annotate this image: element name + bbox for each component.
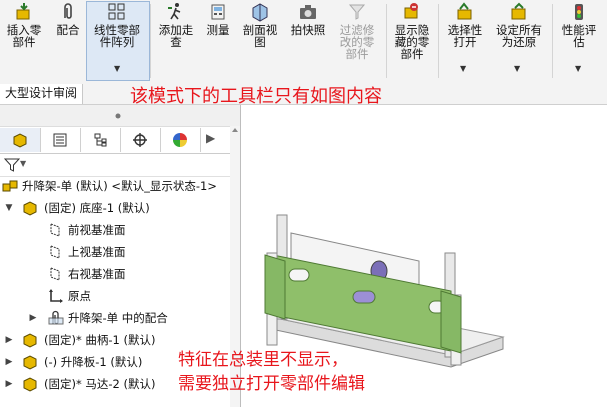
selective-open-button[interactable]: 选择性 打开	[442, 2, 488, 48]
feature-manager-icon	[13, 133, 27, 148]
performance-icon	[575, 4, 583, 20]
tree-filter-bar: ▼	[0, 154, 240, 177]
part-icon	[23, 355, 37, 370]
tree-item-origin[interactable]: 原点	[4, 287, 230, 305]
linear-pattern-button[interactable]: 线性零部 件阵列	[88, 2, 146, 48]
expand-arrow-icon[interactable]: ▶	[4, 331, 14, 349]
show-hidden-components-button[interactable]: 显示隐 藏的零 部件	[390, 2, 434, 60]
set-resolved-icon	[511, 2, 526, 20]
section-view-button[interactable]: 剖面视 图	[238, 2, 282, 48]
measure-icon	[211, 4, 225, 20]
splitter-dot-icon	[115, 113, 121, 119]
command-ribbon: 插入零 部件 配合 线性零部 件阵列 ▼ 添加走 查 测量 剖面视 图 拍快照 …	[0, 0, 607, 85]
panel-tabs-more-arrow[interactable]: ▶	[206, 131, 215, 145]
filter-modified-icon	[348, 4, 366, 20]
insert-component-icon	[16, 3, 30, 20]
ribbon-separator	[386, 4, 387, 78]
snapshot-button[interactable]: 拍快照	[286, 2, 330, 36]
crosshair-icon	[133, 133, 147, 147]
tab-large-design-review[interactable]: 大型设计审阅	[0, 84, 84, 104]
tree-item-front-plane[interactable]: 前视基准面	[4, 221, 230, 239]
ribbon-separator	[552, 4, 553, 78]
tree-item-top-plane[interactable]: 上视基准面	[4, 243, 230, 261]
filter-funnel-icon[interactable]	[4, 157, 20, 173]
configuration-tree-icon	[94, 133, 107, 147]
tab-property-manager[interactable]	[40, 128, 81, 152]
ribbon-separator	[150, 4, 151, 78]
measure-button[interactable]: 测量	[202, 2, 234, 36]
tab-display-manager[interactable]	[160, 128, 201, 152]
pattern-dropdown-arrow[interactable]: ▼	[114, 64, 120, 73]
tree-item-mates[interactable]: ▶ 升降架-单 中的配合	[4, 309, 230, 327]
set-all-resolved-button[interactable]: 设定所有 为还原	[490, 2, 548, 48]
expand-arrow-icon[interactable]: ▶	[28, 309, 38, 327]
tree-item-base[interactable]: ▼ (固定) 底座-1 (默认)	[4, 199, 230, 217]
part-icon	[23, 201, 37, 216]
tab-configuration-manager[interactable]	[80, 128, 121, 152]
mate-button[interactable]: 配合	[52, 2, 84, 36]
property-list-icon	[53, 133, 67, 147]
plane-icon	[50, 223, 60, 237]
snapshot-camera-icon	[300, 5, 316, 19]
linear-pattern-icon	[108, 3, 125, 20]
part-icon	[23, 377, 37, 392]
section-view-icon	[252, 3, 268, 22]
mate-paperclip-icon	[64, 3, 72, 19]
mates-folder-icon	[48, 310, 64, 325]
filter-dropdown-arrow[interactable]: ▼	[20, 159, 26, 168]
tab-feature-manager[interactable]	[0, 128, 41, 152]
show-hidden-icon	[404, 3, 418, 19]
walkthrough-icon	[168, 3, 181, 20]
tree-item-right-plane[interactable]: 右视基准面	[4, 265, 230, 283]
ribbon-separator	[438, 4, 439, 78]
plane-icon	[50, 267, 60, 281]
tab-dimxpert-manager[interactable]	[120, 128, 161, 152]
expand-arrow-icon[interactable]: ▶	[4, 353, 14, 371]
set-resolved-dropdown-arrow[interactable]: ▼	[514, 64, 520, 73]
filter-modified-components-button[interactable]: 过滤修 改的零 部件	[334, 2, 380, 60]
collapse-arrow-icon[interactable]: ▼	[4, 199, 14, 217]
expand-arrow-icon[interactable]: ▶	[4, 375, 14, 393]
selective-open-icon	[457, 2, 472, 20]
tree-item-crank[interactable]: ▶ (固定)* 曲柄-1 (默认)	[4, 331, 230, 349]
origin-icon	[49, 289, 63, 303]
annotation-feature-note: 特征在总装里不显示， 需要独立打开零部件编辑	[178, 350, 365, 394]
assembly-icon	[2, 180, 18, 192]
performance-dropdown-arrow[interactable]: ▼	[575, 64, 581, 73]
panel-tabs: ▶	[0, 127, 240, 154]
part-icon	[23, 333, 37, 348]
selective-open-dropdown-arrow[interactable]: ▼	[460, 64, 466, 73]
panel-splitter-handle[interactable]	[0, 105, 240, 127]
appearance-pie-icon	[173, 133, 187, 147]
performance-evaluation-button[interactable]: 性能评 估	[556, 2, 602, 48]
insert-component-button[interactable]: 插入零 部件	[2, 2, 46, 48]
plane-icon	[50, 245, 60, 259]
tree-root-assembly[interactable]: 升降架-单 (默认) <默认_显示状态-1>	[2, 177, 230, 195]
add-walkthrough-button[interactable]: 添加走 查	[154, 2, 198, 48]
